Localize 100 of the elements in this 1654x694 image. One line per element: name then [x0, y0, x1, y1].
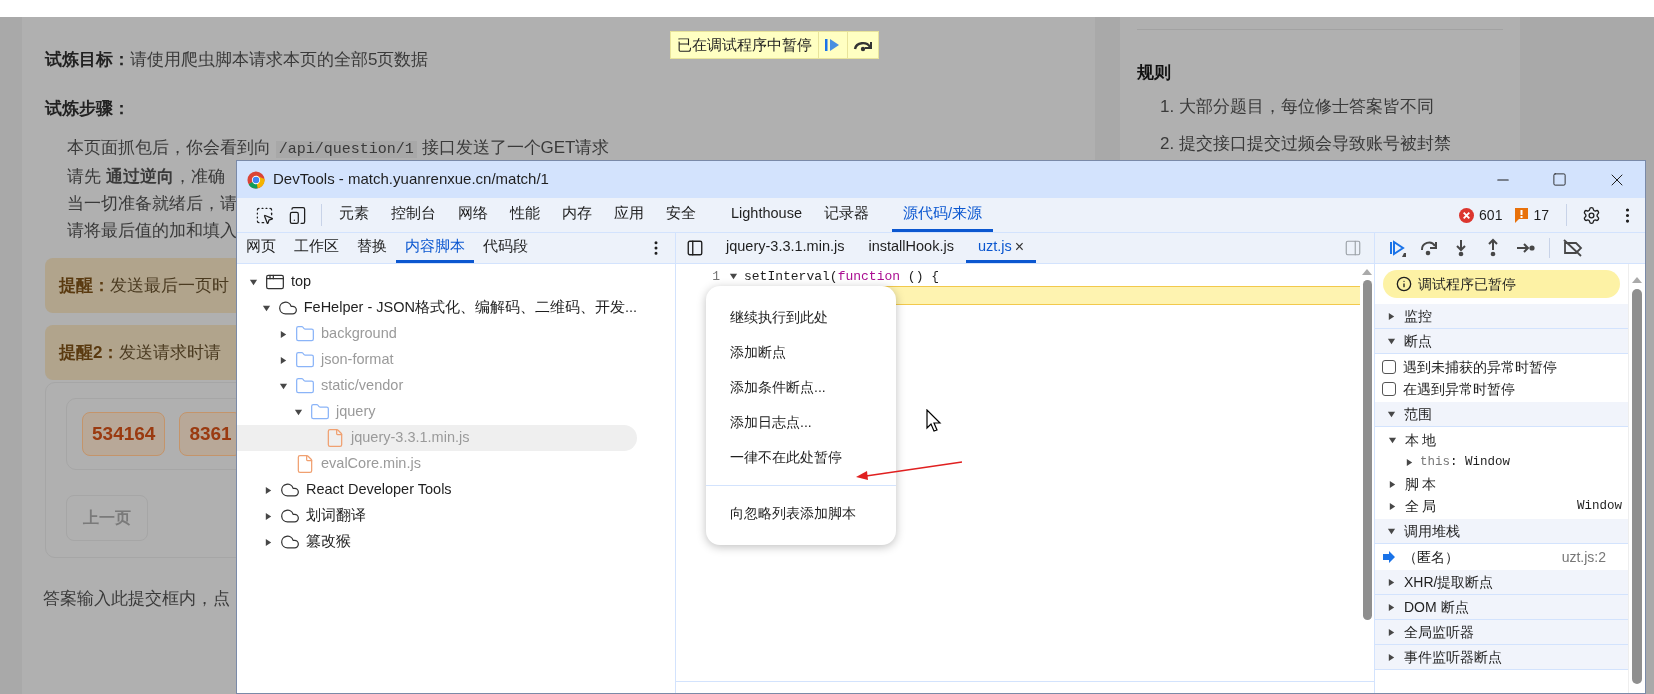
inspect-icon[interactable]: [255, 205, 274, 225]
scrollbar[interactable]: [1628, 264, 1645, 693]
section-header[interactable]: 断点: [1375, 329, 1628, 354]
step-text: 请将最后值的加和填入: [67, 220, 237, 242]
caret-icon[interactable]: [278, 329, 288, 339]
tree-label: top: [291, 272, 312, 292]
caret-icon[interactable]: [1387, 602, 1396, 612]
tree-label: background: [321, 324, 397, 344]
tree-item[interactable]: React Developer Tools: [237, 477, 637, 503]
current-frame-icon: [1383, 551, 1395, 563]
caret-icon[interactable]: [1388, 435, 1397, 445]
code-token: setInterval(: [744, 267, 838, 286]
checkbox-label: 在遇到异常时暂停: [1403, 379, 1515, 399]
info-icon: [1396, 276, 1412, 292]
frame-location[interactable]: uzt.js:2: [1561, 546, 1606, 568]
line-number: 1: [711, 267, 720, 286]
caret-icon[interactable]: [263, 485, 273, 495]
maximize-icon[interactable]: [1552, 172, 1567, 187]
folder-icon: [310, 402, 330, 422]
step-text: 请先 通过逆向，准确: [67, 166, 225, 188]
caret-icon[interactable]: [248, 277, 258, 287]
caret-icon[interactable]: [1405, 457, 1414, 467]
scope-item[interactable]: 本地: [1375, 429, 1628, 451]
caret-icon[interactable]: [1387, 311, 1396, 321]
section-header[interactable]: 监控: [1375, 304, 1628, 329]
panel-tab[interactable]: 控制台: [380, 198, 447, 232]
number-tag: 534164: [82, 412, 166, 456]
folder-icon: [295, 324, 315, 344]
caret-icon[interactable]: [1387, 577, 1396, 587]
section-header[interactable]: 调用堆栈: [1375, 519, 1628, 544]
error-count[interactable]: 601: [1479, 204, 1503, 226]
caret-icon[interactable]: [1387, 652, 1396, 662]
deactivate-breakpoints-icon[interactable]: [1562, 238, 1584, 258]
panel-tab[interactable]: 应用: [603, 198, 655, 232]
mouse-cursor-icon: [926, 409, 942, 433]
warning-count[interactable]: 17: [1533, 204, 1549, 226]
scope-item[interactable]: 全局 Window: [1375, 495, 1628, 517]
caret-icon[interactable]: [262, 303, 272, 313]
navigator-tab[interactable]: 内容脚本: [396, 233, 474, 263]
step-text: 本页面抓包后，你会看到向 /api/question/1 接口发送了一个GET请求: [67, 137, 610, 160]
code-token: () {: [906, 267, 940, 286]
panel-tab[interactable]: 网络: [447, 198, 499, 232]
scope-value: Window: [1577, 497, 1622, 515]
caret-icon[interactable]: [1387, 627, 1396, 637]
caret-icon[interactable]: [1388, 479, 1397, 489]
caret-icon[interactable]: [263, 511, 273, 521]
close-tab-icon[interactable]: ×: [1014, 234, 1025, 259]
rule-item: 1. 大部分题目，每位修士答案皆不同: [1160, 95, 1435, 118]
section-header[interactable]: 事件监听器断点: [1375, 645, 1628, 670]
caret-icon[interactable]: [1387, 336, 1396, 346]
menu-item[interactable]: 添加日志点...: [706, 405, 896, 440]
file-tab[interactable]: uzt.js ×: [965, 233, 1037, 263]
caret-icon[interactable]: [1388, 501, 1397, 511]
resume-icon[interactable]: [1387, 238, 1407, 258]
section-header[interactable]: XHR/提取断点: [1375, 570, 1628, 595]
tree-item[interactable]: top: [237, 269, 637, 295]
caret-icon[interactable]: [278, 355, 288, 365]
sidebar-toggle-icon[interactable]: [686, 239, 704, 257]
panel-tab[interactable]: 元素: [328, 198, 380, 232]
answer-hint: 答案输入此提交框内，点: [43, 588, 231, 610]
caret-icon[interactable]: [729, 272, 738, 281]
tree-item[interactable]: 划词翻译: [237, 503, 637, 529]
tree-label: json-format: [321, 350, 394, 370]
caret-icon[interactable]: [1387, 409, 1396, 419]
paused-message: 调试程序已暂停: [1418, 274, 1516, 294]
menu-item[interactable]: 一律不在此处暂停: [706, 440, 896, 475]
sidebar-toggle-icon[interactable]: [1344, 239, 1362, 257]
caret-icon[interactable]: [293, 407, 303, 417]
device-icon[interactable]: [288, 205, 307, 225]
panel-tab[interactable]: 安全: [655, 198, 707, 232]
settings-icon[interactable]: [1582, 205, 1601, 225]
step-over-icon[interactable]: [1419, 238, 1439, 258]
panel-tab[interactable]: 性能: [499, 198, 551, 232]
window-icon: [265, 272, 285, 292]
file-icon: [295, 454, 315, 474]
tree-label: evalCore.min.js: [321, 454, 421, 474]
tree-label: 划词翻译: [306, 506, 366, 526]
menu-item[interactable]: 添加断点: [706, 335, 896, 370]
checkbox[interactable]: [1382, 382, 1396, 396]
folder-icon: [295, 376, 315, 396]
code-token: function: [837, 267, 901, 286]
section-header[interactable]: 范围: [1375, 402, 1628, 427]
steps-heading: 试炼步骤：: [45, 97, 131, 120]
caret-icon[interactable]: [1387, 526, 1396, 536]
tree-item[interactable]: 篡改猴: [237, 529, 637, 555]
menu-item[interactable]: 向忽略列表添加脚本: [706, 496, 896, 531]
checkbox[interactable]: [1382, 360, 1396, 374]
caret-icon[interactable]: [263, 537, 273, 547]
panel-tab[interactable]: 内存: [551, 198, 603, 232]
goal-text: 试炼目标：请使用爬虫脚本请求本页的全部5页数据: [45, 49, 430, 71]
panel-tab[interactable]: Lighthouse: [720, 198, 813, 232]
rules-heading: 规则: [1137, 62, 1172, 84]
panel-tab[interactable]: 记录器: [812, 198, 880, 232]
section-header[interactable]: 全局监听器: [1375, 620, 1628, 645]
scope-property[interactable]: this: Window: [1375, 451, 1628, 473]
scope-item[interactable]: 脚本: [1375, 473, 1628, 495]
section-header[interactable]: DOM 断点: [1375, 595, 1628, 620]
tree-label: jquery-3.3.1.min.js: [351, 428, 470, 448]
paused-text: 已在调试程序中暂停: [676, 34, 813, 55]
step-text: 当一切准备就绪后，请: [67, 193, 237, 215]
